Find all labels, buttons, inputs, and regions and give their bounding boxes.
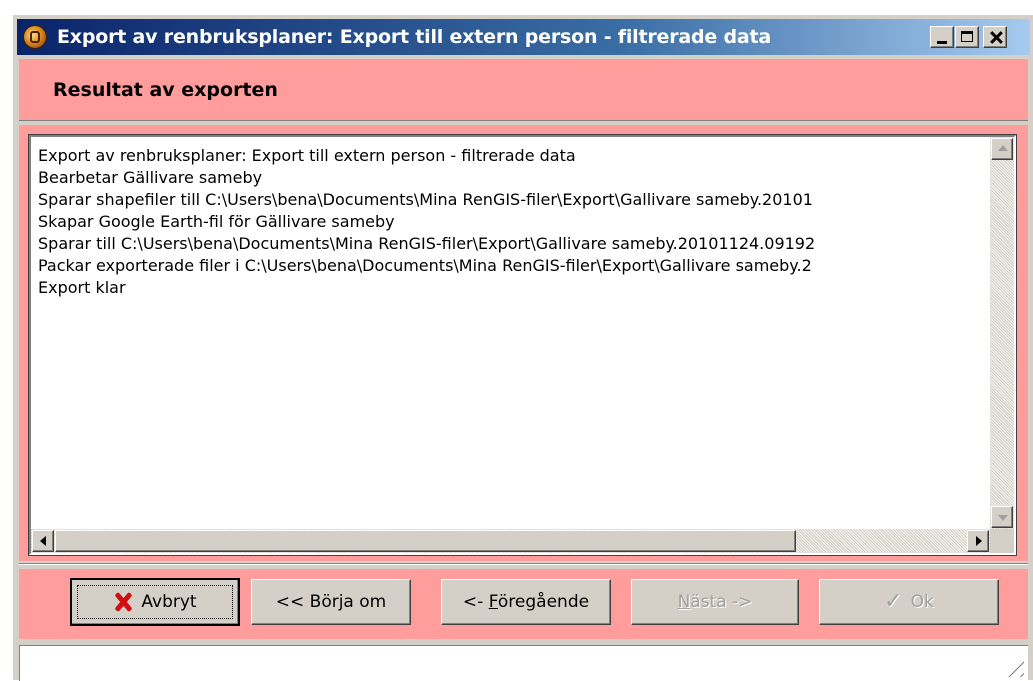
check-icon: ✓ [884,589,903,614]
arrow-right-icon [976,536,982,546]
horizontal-scroll-thumb[interactable] [55,530,796,552]
log-lines: Export av renbruksplaner: Export till ex… [38,145,983,513]
scrollbar-corner [990,529,1014,553]
horizontal-scrollbar[interactable] [31,529,990,553]
title-bar[interactable]: Export av renbruksplaner: Export till ex… [17,19,1030,55]
scroll-left-button[interactable] [32,530,54,552]
log-line: Export av renbruksplaner: Export till ex… [38,146,576,165]
minimize-button[interactable] [930,26,954,48]
page-title: Resultat av exporten [53,79,278,101]
cancel-button[interactable]: Avbryt [70,578,240,626]
scroll-up-button[interactable] [991,138,1013,160]
ok-label: Ok [910,592,934,612]
focus-rectangle [77,585,233,619]
previous-button[interactable]: <- Föregående [441,579,611,625]
arrow-down-icon [998,515,1008,521]
log-line: Packar exporterade filer i C:\Users\bena… [38,256,812,275]
previous-label: <- Föregående [462,592,590,612]
minimize-icon [937,41,947,44]
log-textbox[interactable]: Export av renbruksplaner: Export till ex… [28,134,1017,556]
arrow-up-icon [998,145,1008,151]
ok-button[interactable]: ✓ Ok [819,579,999,625]
restart-label: << Börja om [275,592,387,612]
status-bar [19,645,1028,681]
header-band: Resultat av exporten [19,59,1028,121]
scroll-right-button[interactable] [967,530,989,552]
log-line: Sparar shapefiler till C:\Users\bena\Doc… [38,190,813,209]
export-dialog: Export av renbruksplaner: Export till ex… [12,14,1033,681]
scroll-down-button[interactable] [991,506,1013,528]
log-line: Skapar Google Earth-fil för Gällivare sa… [38,212,395,231]
next-label: Nästa -> [677,592,753,612]
restart-button[interactable]: << Börja om [251,579,411,625]
next-button[interactable]: Nästa -> [631,579,799,625]
x-icon [113,591,133,613]
close-button[interactable] [983,26,1007,48]
button-bar: Avbryt << Börja om <- Föregående Nästa -… [19,569,1028,639]
maximize-icon [961,31,973,42]
log-line: Sparar till C:\Users\bena\Documents\Mina… [38,234,816,253]
maximize-button[interactable] [955,26,979,48]
app-icon[interactable] [23,25,47,49]
arrow-left-icon [40,536,46,546]
content-panel: Export av renbruksplaner: Export till ex… [19,125,1028,561]
divider [19,563,1028,565]
log-line: Export klar [38,278,126,297]
window-title: Export av renbruksplaner: Export till ex… [57,26,772,48]
vertical-scrollbar[interactable] [990,137,1014,529]
resize-grip-icon[interactable] [1002,655,1024,677]
log-line: Bearbetar Gällivare sameby [38,168,263,187]
